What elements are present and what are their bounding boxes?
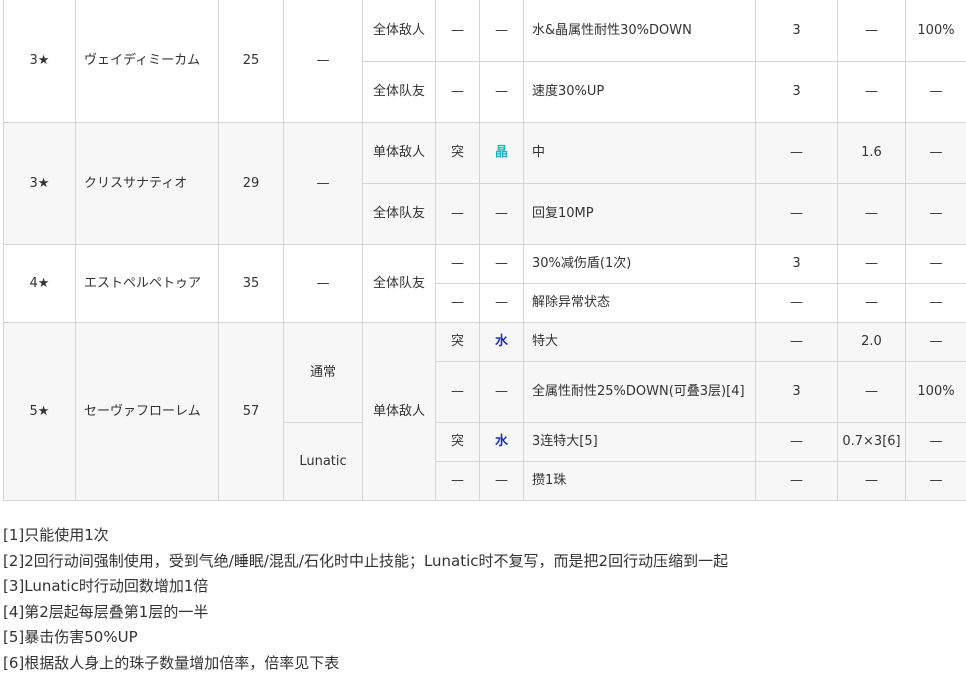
element-cell: — <box>479 0 524 62</box>
footnote: [6]根据敌人身上的珠子数量增加倍率，倍率见下表 <box>3 653 340 672</box>
rate-cell: — <box>905 283 966 323</box>
name-cell: エストペルペトゥア <box>75 244 219 323</box>
target-cell: 单体敌人 <box>362 122 436 184</box>
rate-cell: — <box>905 61 966 123</box>
multiplier-cell: — <box>837 61 906 123</box>
footnote: [1]只能使用1次 <box>3 526 109 544</box>
cost-cell: 57 <box>218 322 284 501</box>
table-row: 3★ クリスサナティオ 29 — 单体敌人 突 晶 中 — 1.6 — <box>3 122 966 245</box>
mode-cell: — <box>283 244 363 323</box>
table-row: 5★ セーヴァフローレム 57 通常 单体敌人 突 水 特大 — 2.0 — <box>3 322 966 501</box>
turns-cell: — <box>755 183 838 245</box>
effect-cell: 回复10MP <box>523 183 756 245</box>
rate-cell: — <box>905 122 966 184</box>
name-cell: ヴェイディミーカム <box>75 0 219 123</box>
effect-cell: 全属性耐性25%DOWN(可叠3层)[4] <box>523 361 756 423</box>
rate-cell: 100% <box>905 361 966 423</box>
multiplier-cell: — <box>837 244 906 284</box>
effect-cell: 解除异常状态 <box>523 283 756 323</box>
footnotes: [1]只能使用1次 [2]2回行动间强制使用，受到气绝/睡眠/混乱/石化时中止技… <box>3 523 728 677</box>
attack-type-cell: 突 <box>435 322 480 362</box>
effect-cell: 攒1珠 <box>523 461 756 501</box>
rate-cell: — <box>905 183 966 245</box>
mode-cell: — <box>283 0 363 123</box>
cost-cell: 29 <box>218 122 284 245</box>
turns-cell: — <box>755 461 838 501</box>
attack-type-cell: — <box>435 361 480 423</box>
element-cell: — <box>479 61 524 123</box>
attack-type-cell: — <box>435 61 480 123</box>
rate-cell: 100% <box>905 0 966 62</box>
turns-cell: — <box>755 322 838 362</box>
target-cell: 单体敌人 <box>362 322 436 501</box>
effect-cell: 3连特大[5] <box>523 422 756 462</box>
element-cell: — <box>479 461 524 501</box>
rate-cell: — <box>905 244 966 284</box>
cost-cell: 25 <box>218 0 284 123</box>
turns-cell: 3 <box>755 0 838 62</box>
turns-cell: — <box>755 122 838 184</box>
rate-cell: — <box>905 322 966 362</box>
attack-type-cell: — <box>435 283 480 323</box>
attack-type-cell: — <box>435 461 480 501</box>
element-cell: 水 <box>479 422 524 462</box>
name-cell: クリスサナティオ <box>75 122 219 245</box>
element-cell: 晶 <box>479 122 524 184</box>
skill-table: 3★ ヴェイディミーカム 25 — 全体敌人 — — 水&晶属性耐性30%DOW… <box>3 0 966 501</box>
effect-cell: 速度30%UP <box>523 61 756 123</box>
table-row: 4★ エストペルペトゥア 35 — 全体队友 — — 30%减伤盾(1次) 3 … <box>3 244 966 323</box>
attack-type-cell: — <box>435 183 480 245</box>
name-cell: セーヴァフローレム <box>75 322 219 501</box>
multiplier-cell: — <box>837 283 906 323</box>
element-cell: — <box>479 283 524 323</box>
target-cell: 全体队友 <box>362 61 436 123</box>
attack-type-cell: — <box>435 244 480 284</box>
attack-type-cell: — <box>435 0 480 62</box>
cost-cell: 35 <box>218 244 284 323</box>
turns-cell: 3 <box>755 244 838 284</box>
mode-cell: — <box>283 122 363 245</box>
attack-type-cell: 突 <box>435 122 480 184</box>
multiplier-cell: 2.0 <box>837 322 906 362</box>
water-element-label: 水 <box>494 434 508 449</box>
target-cell: 全体敌人 <box>362 0 436 62</box>
turns-cell: 3 <box>755 361 838 423</box>
attack-type-cell: 突 <box>435 422 480 462</box>
turns-cell: — <box>755 422 838 462</box>
rate-cell: — <box>905 422 966 462</box>
multiplier-cell: — <box>837 361 906 423</box>
crystal-element-label: 晶 <box>494 145 508 160</box>
mode-lunatic-cell: Lunatic <box>283 422 363 501</box>
effect-cell: 特大 <box>523 322 756 362</box>
rarity-cell: 3★ <box>3 0 76 123</box>
rarity-cell: 3★ <box>3 122 76 245</box>
multiplier-cell: — <box>837 461 906 501</box>
target-cell: 全体队友 <box>362 244 436 323</box>
table-row: 3★ ヴェイディミーカム 25 — 全体敌人 — — 水&晶属性耐性30%DOW… <box>3 0 966 123</box>
mode-normal-cell: 通常 <box>283 322 363 423</box>
multiplier-cell: 1.6 <box>837 122 906 184</box>
multiplier-cell: 0.7×3[6] <box>837 422 906 462</box>
footnote: [3]Lunatic时行动回数增加1倍 <box>3 577 209 596</box>
multiplier-cell: — <box>837 183 906 245</box>
rate-cell: — <box>905 461 966 501</box>
effect-cell: 30%减伤盾(1次) <box>523 244 756 284</box>
element-cell: — <box>479 244 524 284</box>
footnote: [5]暴击伤害50%UP <box>3 628 138 647</box>
multiplier-cell: — <box>837 0 906 62</box>
element-cell: — <box>479 361 524 423</box>
footnote: [4]第2层起每层叠第1层的一半 <box>3 602 209 621</box>
element-cell: 水 <box>479 322 524 362</box>
rarity-cell: 5★ <box>3 322 76 501</box>
water-element-label: 水 <box>494 334 508 349</box>
rarity-cell: 4★ <box>3 244 76 323</box>
effect-cell: 水&晶属性耐性30%DOWN <box>523 0 756 62</box>
turns-cell: 3 <box>755 61 838 123</box>
element-cell: — <box>479 183 524 245</box>
turns-cell: — <box>755 283 838 323</box>
target-cell: 全体队友 <box>362 183 436 245</box>
footnote: [2]2回行动间强制使用，受到气绝/睡眠/混乱/石化时中止技能；Lunatic时… <box>3 551 729 570</box>
effect-cell: 中 <box>523 122 756 184</box>
